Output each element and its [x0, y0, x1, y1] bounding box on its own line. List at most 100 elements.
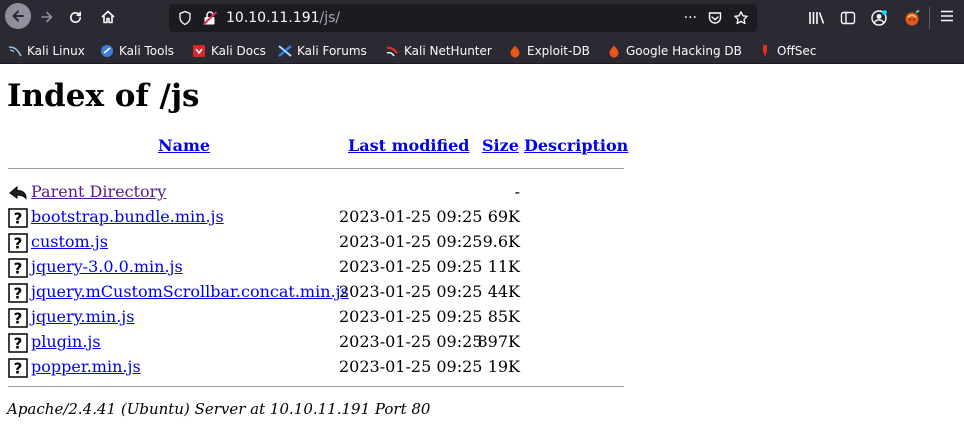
bookmark-google-hacking-db[interactable]: Google Hacking DB — [607, 43, 742, 59]
kali-tools-icon — [101, 45, 113, 57]
url-host: 10.10.11.191 — [226, 10, 320, 26]
file-size: 19K — [487, 357, 520, 376]
table-row: ? popper.min.js 2023-01-25 09:25 19K — [8, 356, 628, 378]
bookmark-label: Kali Docs — [211, 44, 266, 58]
file-modified: 2023-01-25 09:25 — [339, 282, 483, 301]
file-link[interactable]: jquery-3.0.0.min.js — [31, 257, 183, 277]
library-icon[interactable] — [808, 10, 826, 26]
file-link[interactable]: plugin.js — [31, 332, 101, 352]
file-modified: 2023-01-25 09:25 — [339, 232, 483, 251]
bookmarks-toolbar: Kali Linux Kali Tools Kali Docs Kali For… — [0, 36, 964, 64]
forward-arrow-icon — [41, 11, 53, 23]
file-link[interactable]: jquery.min.js — [31, 307, 134, 327]
toolbar-right — [808, 8, 922, 28]
bookmark-label: Google Hacking DB — [626, 44, 742, 58]
file-modified: 2023-01-25 09:25 — [339, 332, 483, 351]
table-row: ? jquery.mCustomScrollbar.concat.min.js … — [8, 281, 628, 303]
svg-text:?: ? — [14, 285, 23, 303]
column-header-description[interactable]: Description — [524, 137, 628, 155]
address-bar[interactable]: 10.10.11.191/js/ ··· — [169, 4, 757, 32]
pocket-icon[interactable] — [707, 10, 723, 26]
file-link[interactable]: jquery.mCustomScrollbar.concat.min.js — [31, 282, 349, 302]
footer-divider — [8, 386, 624, 388]
unknown-file-icon: ? — [8, 233, 28, 253]
app-menu-button[interactable] — [938, 8, 956, 26]
url-actions: ··· — [684, 8, 749, 28]
svg-text:?: ? — [14, 260, 23, 278]
table-row-parent: Parent Directory - — [8, 181, 628, 203]
page-actions-button[interactable]: ··· — [684, 10, 697, 26]
table-row: ? bootstrap.bundle.min.js 2023-01-25 09:… — [8, 206, 628, 228]
bookmark-kali-tools[interactable]: Kali Tools — [100, 43, 174, 59]
bookmark-offsec[interactable]: OffSec — [758, 43, 816, 59]
file-size: 11K — [487, 257, 520, 276]
back-button[interactable] — [5, 3, 31, 29]
file-size: 44K — [487, 282, 520, 301]
unknown-file-icon: ? — [8, 208, 28, 228]
server-signature: Apache/2.4.41 (Ubuntu) Server at 10.10.1… — [7, 400, 431, 418]
header-divider — [8, 168, 624, 170]
bookmark-kali-nethunter[interactable]: Kali NetHunter — [385, 43, 492, 59]
file-size: 897K — [477, 332, 521, 351]
menu-icon — [941, 10, 953, 22]
parent-directory-link[interactable]: Parent Directory — [31, 182, 166, 202]
bookmark-star-icon[interactable] — [733, 10, 749, 26]
reload-icon — [69, 11, 81, 23]
bookmark-label: OffSec — [777, 44, 817, 58]
sidebar-icon[interactable] — [840, 10, 856, 26]
bookmark-kali-linux[interactable]: Kali Linux — [8, 43, 85, 59]
table-row: ? custom.js 2023-01-25 09:25 9.6K — [8, 231, 628, 253]
bookmark-exploit-db[interactable]: Exploit-DB — [508, 43, 590, 59]
kali-forums-icon — [278, 45, 292, 57]
reload-button[interactable] — [64, 5, 86, 29]
column-header-size[interactable]: Size — [482, 137, 519, 155]
column-header-name[interactable]: Name — [158, 137, 210, 155]
insecure-lock-icon[interactable] — [202, 10, 218, 26]
table-row: ? jquery-3.0.0.min.js 2023-01-25 09:25 1… — [8, 256, 628, 278]
page-content: Index of /js Name Last modified Size Des… — [0, 64, 964, 429]
bookmark-label: Kali NetHunter — [404, 44, 492, 58]
unknown-file-icon: ? — [8, 258, 28, 278]
url-text: 10.10.11.191/js/ — [226, 9, 340, 27]
back-arrow-icon — [12, 10, 24, 22]
kali-docs-icon — [193, 45, 205, 57]
home-button[interactable] — [97, 5, 119, 29]
home-icon — [101, 10, 115, 24]
bookmark-label: Kali Tools — [119, 44, 175, 58]
exploit-db-icon — [510, 45, 520, 58]
svg-text:?: ? — [14, 360, 23, 378]
bookmark-kali-forums[interactable]: Kali Forums — [278, 43, 367, 59]
file-size: 85K — [487, 307, 520, 326]
kali-linux-icon — [8, 46, 22, 57]
file-modified: 2023-01-25 09:25 — [339, 357, 483, 376]
unknown-file-icon: ? — [8, 358, 28, 378]
file-size: 69K — [487, 207, 520, 226]
column-header-last-modified[interactable]: Last modified — [348, 137, 469, 155]
page-title: Index of /js — [7, 78, 200, 114]
file-link[interactable]: custom.js — [31, 232, 108, 252]
bookmark-label: Kali Linux — [27, 44, 85, 58]
kali-nethunter-icon — [386, 46, 398, 57]
svg-text:?: ? — [14, 210, 23, 228]
url-path: /js/ — [319, 10, 341, 26]
forward-button[interactable] — [36, 5, 58, 29]
bookmark-label: Kali Forums — [297, 44, 367, 58]
svg-text:?: ? — [14, 235, 23, 253]
unknown-file-icon: ? — [8, 283, 28, 303]
file-size: 9.6K — [482, 232, 520, 251]
file-modified: 2023-01-25 09:25 — [339, 257, 483, 276]
table-row: ? jquery.min.js 2023-01-25 09:25 85K — [8, 306, 628, 328]
toolbar-separator — [929, 7, 930, 29]
account-icon[interactable] — [870, 9, 888, 27]
file-link[interactable]: popper.min.js — [31, 357, 141, 377]
bookmark-kali-docs[interactable]: Kali Docs — [192, 43, 266, 59]
browser-toolbar: 10.10.11.191/js/ ··· — [0, 0, 964, 36]
extension-icon[interactable] — [902, 9, 922, 27]
svg-text:?: ? — [14, 335, 23, 353]
offsec-icon — [763, 45, 767, 57]
page-info-icon[interactable] — [178, 10, 192, 26]
file-modified: 2023-01-25 09:25 — [339, 307, 483, 326]
file-link[interactable]: bootstrap.bundle.min.js — [31, 207, 224, 227]
google-hacking-db-icon — [609, 45, 619, 58]
unknown-file-icon: ? — [8, 333, 28, 353]
